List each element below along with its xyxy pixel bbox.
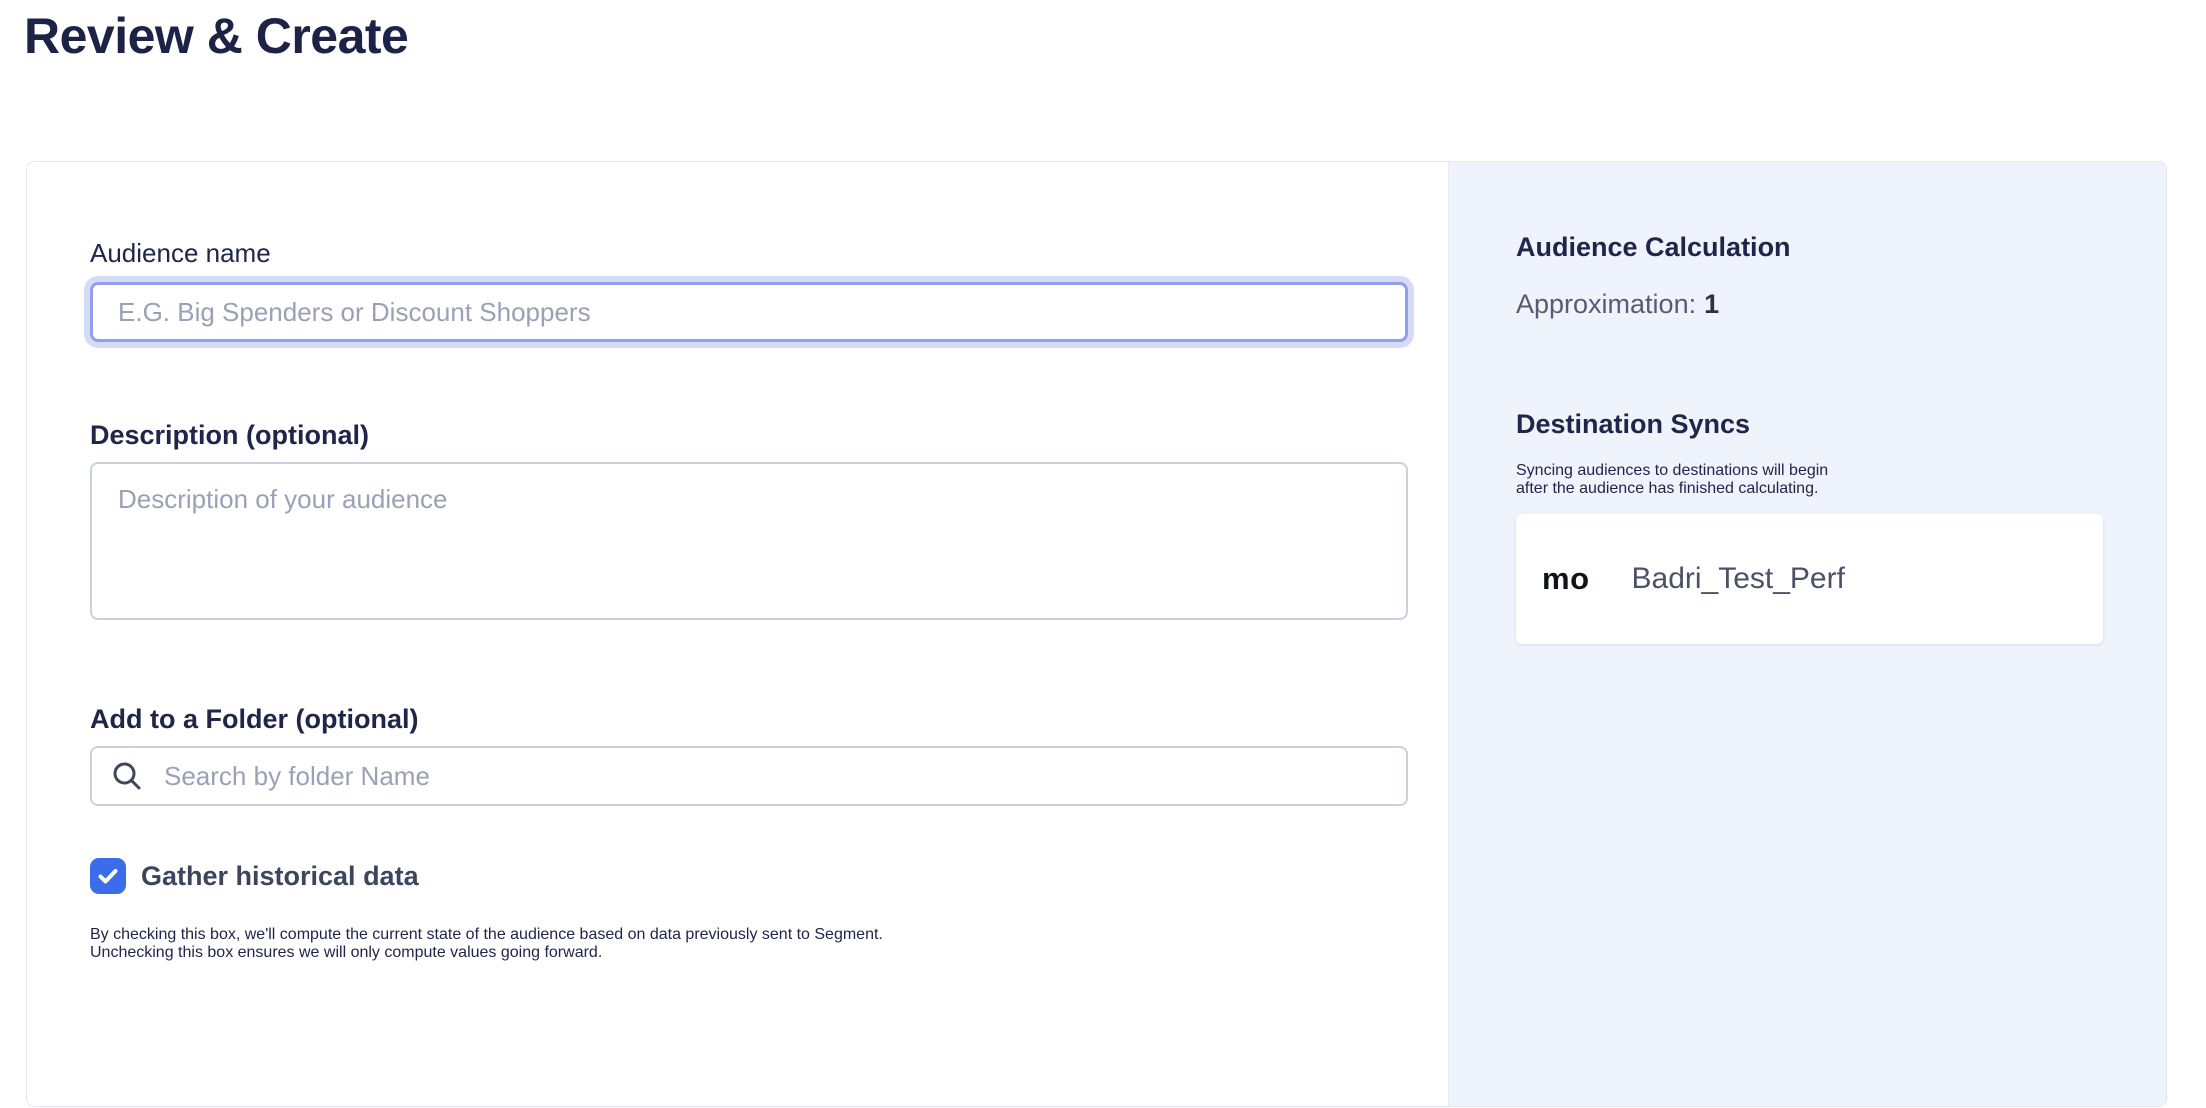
gather-historical-row: Gather historical data [90, 858, 1408, 894]
help-line-2: Unchecking this box ensures we will only… [90, 944, 1408, 962]
description-label: Description (optional) [90, 419, 1408, 451]
destination-sync-item: mo Badri_Test_Perf [1516, 514, 2103, 644]
destination-syncs-title: Destination Syncs [1516, 408, 2116, 440]
checkmark-icon [97, 865, 119, 887]
sync-desc-line-2: after the audience has finished calculat… [1516, 480, 2116, 498]
gather-historical-label: Gather historical data [141, 861, 419, 892]
moengage-logo: mo [1542, 561, 1590, 597]
audience-name-label: Audience name [90, 237, 1408, 269]
review-create-card: Audience name Description (optional) Add… [26, 161, 2167, 1107]
gather-historical-checkbox[interactable] [90, 858, 126, 894]
audience-name-input[interactable] [90, 282, 1408, 342]
folder-search-input[interactable] [90, 746, 1408, 806]
audience-calculation-title: Audience Calculation [1516, 231, 2116, 263]
sync-desc-line-1: Syncing audiences to destinations will b… [1516, 462, 2116, 480]
folder-label: Add to a Folder (optional) [90, 703, 1408, 735]
approximation-label: Approximation: [1516, 289, 1696, 319]
help-line-1: By checking this box, we'll compute the … [90, 926, 1408, 944]
description-textarea[interactable] [90, 462, 1408, 620]
audience-form: Audience name Description (optional) Add… [27, 162, 1448, 1106]
folder-search [90, 746, 1408, 806]
approximation-value: 1 [1704, 289, 1719, 319]
page-title: Review & Create [24, 6, 408, 66]
summary-panel: Audience Calculation Approximation: 1 Des… [1448, 162, 2166, 1106]
approximation-row: Approximation: 1 [1516, 289, 2116, 320]
destination-sync-name: Badri_Test_Perf [1632, 562, 1845, 596]
